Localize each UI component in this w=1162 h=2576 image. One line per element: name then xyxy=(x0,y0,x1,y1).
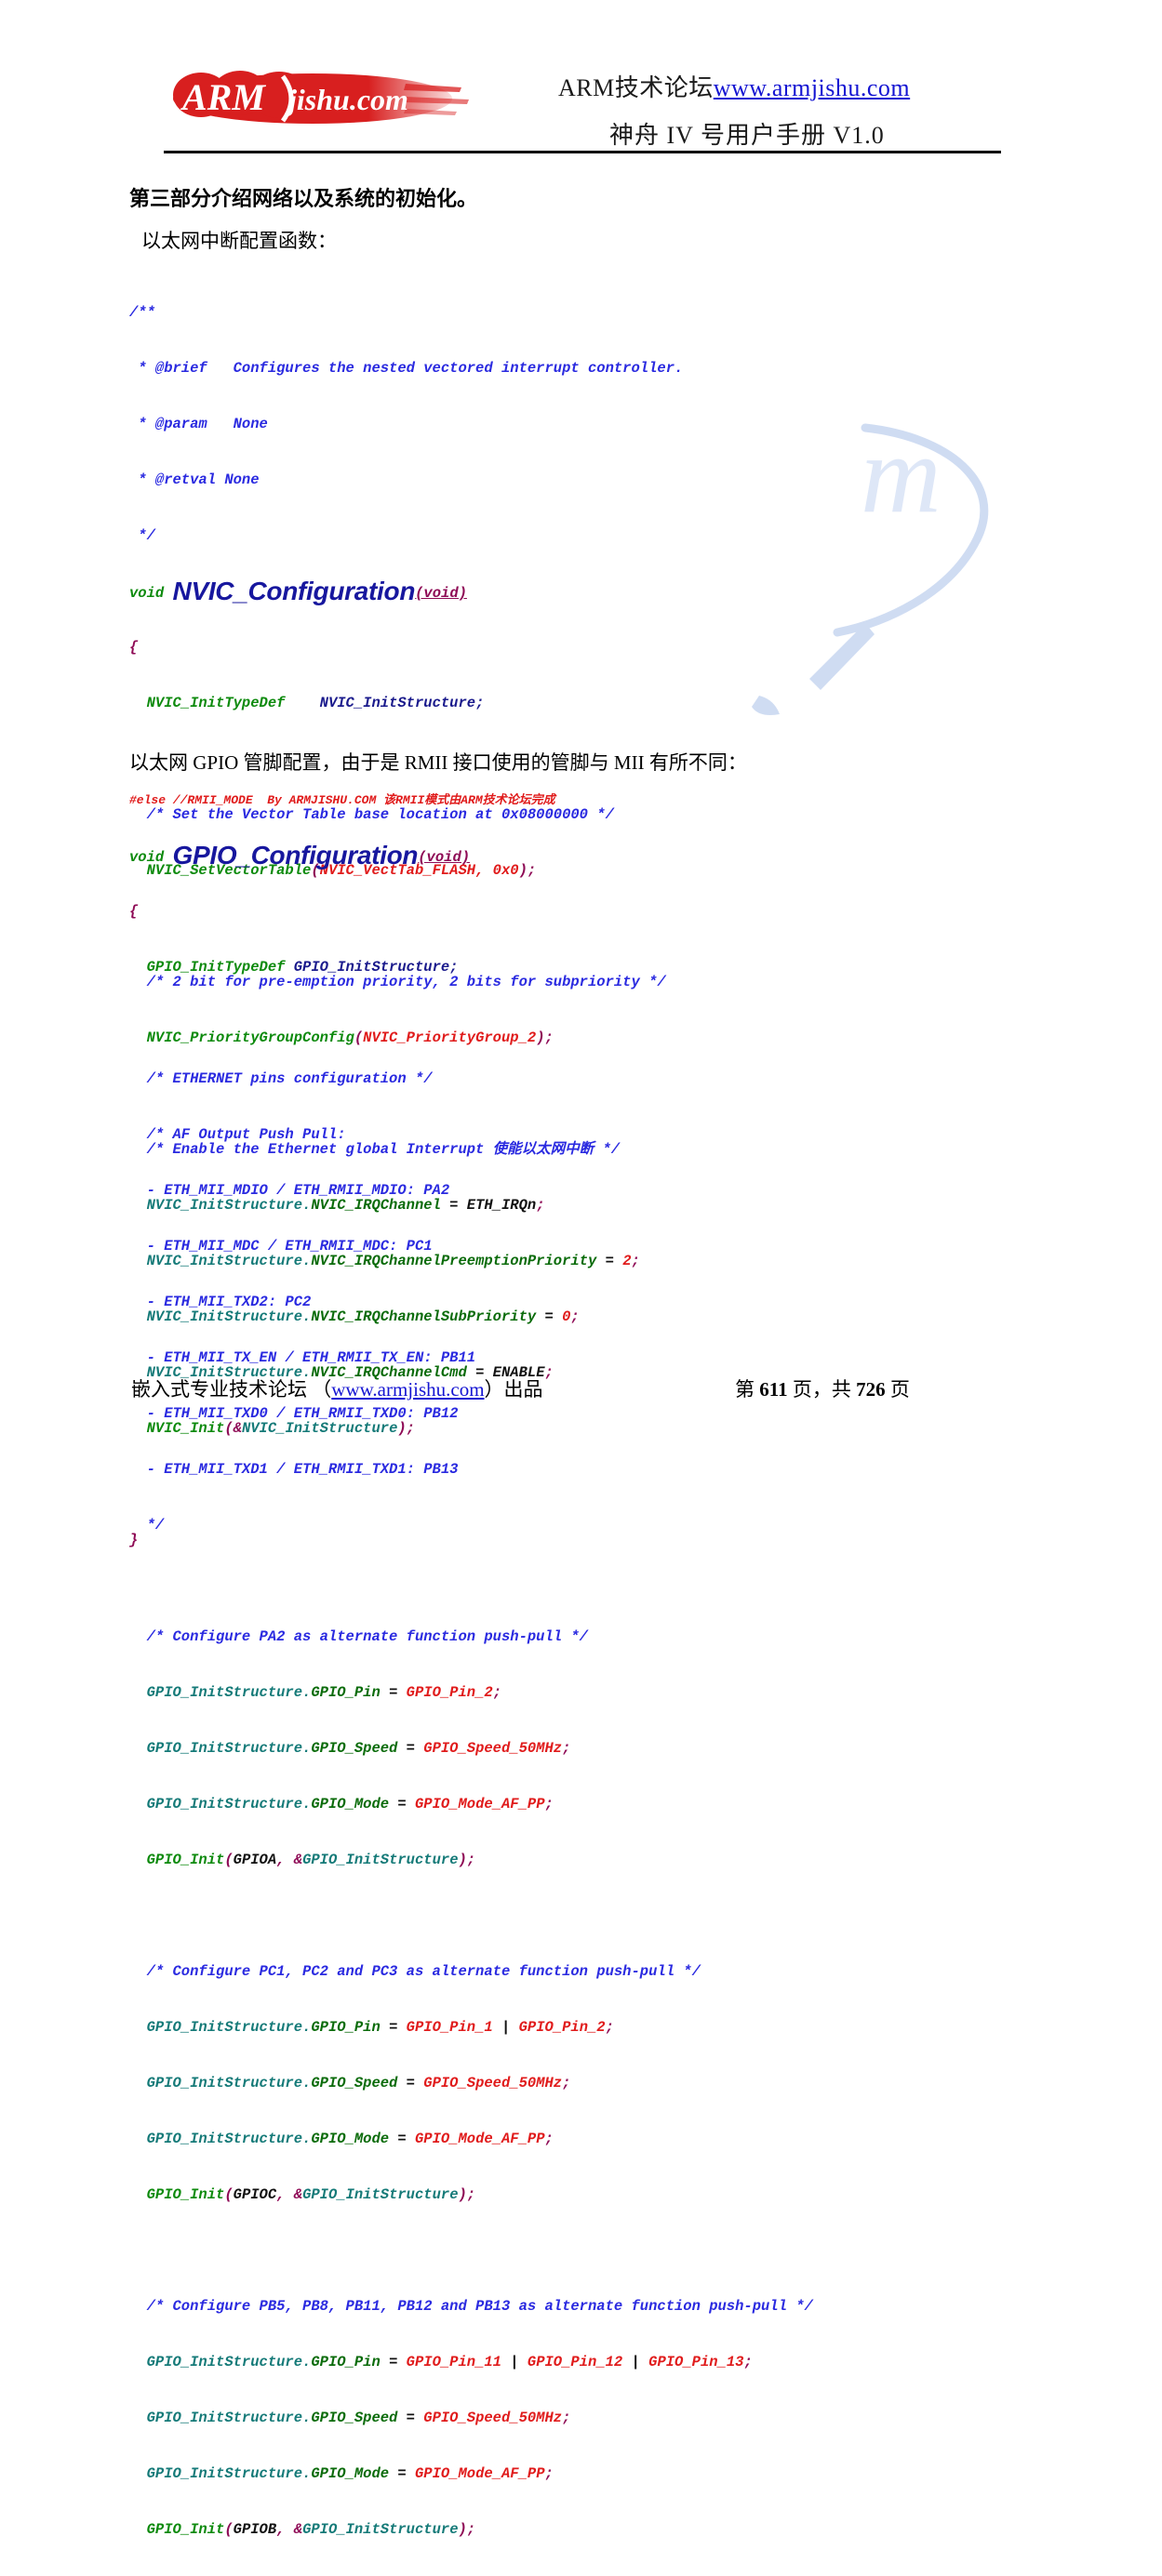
footer-page-number: 第 611 页，共 726 页 xyxy=(735,1374,910,1402)
armjishu-logo: ARM jishu.com xyxy=(173,67,471,128)
code-line: /* Configure PA2 as alternate function p… xyxy=(129,1628,588,1645)
code-line: GPIO_InitStructure.GPIO_Speed = GPIO_Spe… xyxy=(129,2075,571,2091)
code-line: */ xyxy=(129,1517,165,1534)
function-params: (void) xyxy=(415,585,467,602)
code-line: GPIO_InitStructure.GPIO_Mode = GPIO_Mode… xyxy=(129,2131,554,2147)
code-line: GPIO_InitStructure.GPIO_Mode = GPIO_Mode… xyxy=(129,2465,554,2482)
page-current-number: 611 xyxy=(759,1378,788,1401)
header-forum-line: ARM技术论坛www.armjishu.com xyxy=(558,69,949,103)
code-line: { xyxy=(129,903,139,920)
footer-suffix: ）出品 xyxy=(484,1378,543,1401)
code-line: /* AF Output Push Pull: xyxy=(129,1126,346,1143)
code-line: NVIC_InitTypeDef NVIC_InitStructure; xyxy=(129,695,485,711)
svg-text:ARM: ARM xyxy=(180,76,266,118)
code-line: /* ETHERNET pins configuration */ xyxy=(129,1070,433,1087)
code-line: GPIO_InitStructure.GPIO_Mode = GPIO_Mode… xyxy=(129,1796,554,1812)
page-label-middle: 页，共 xyxy=(792,1378,851,1401)
code-line: - ETH_MII_TXD0 / ETH_RMII_TXD0: PB12 xyxy=(129,1405,459,1422)
page-total-number: 726 xyxy=(856,1378,886,1401)
keyword-void: void xyxy=(129,585,165,602)
code-line: - ETH_MII_TX_EN / ETH_RMII_TX_EN: PB11 xyxy=(129,1349,476,1366)
code-line-function-signature: void NVIC_Configuration(void) xyxy=(129,578,683,604)
lead-paragraph-nvic: 以太网中断配置函数： xyxy=(141,230,337,252)
page-label-suffix: 页 xyxy=(889,1378,910,1401)
function-name-gpio: GPIO_Configuration xyxy=(172,841,419,870)
code-block-gpio-configuration: #else //RMII_MODE By ARMJISHU.COM 该RMII模… xyxy=(129,755,813,2576)
function-name-nvic: NVIC_Configuration xyxy=(172,577,416,605)
footer-left-text: 嵌入式专业技术论坛 （www.armjishu.com）出品 xyxy=(131,1374,543,1402)
header-manual-title: 神舟 IV 号用户手册 V1.0 xyxy=(609,122,885,149)
code-line-function-signature: void GPIO_Configuration(void) xyxy=(129,843,813,869)
page-title: 第三部分介绍网络以及系统的初始化。 xyxy=(129,187,478,210)
page-header: ARM jishu.com ARM技术论坛www.armjishu.com 神舟… xyxy=(0,0,1162,158)
code-line: - ETH_MII_TXD1 / ETH_RMII_TXD1: PB13 xyxy=(129,1461,459,1478)
code-line: GPIO_InitStructure.GPIO_Pin = GPIO_Pin_2… xyxy=(129,1684,501,1701)
header-text-block: ARM技术论坛www.armjishu.com 神舟 IV 号用户手册 V1.0 xyxy=(558,69,949,151)
code-line: { xyxy=(129,639,139,656)
code-line: GPIO_Init(GPIOC, &GPIO_InitStructure); xyxy=(129,2186,476,2203)
document-page: ARM jishu.com ARM技术论坛www.armjishu.com 神舟… xyxy=(0,0,1162,2538)
code-line: - ETH_MII_TXD2: PC2 xyxy=(129,1294,312,1310)
header-site-link[interactable]: www.armjishu.com xyxy=(714,74,910,101)
code-line: */ xyxy=(129,527,155,544)
code-line: GPIO_InitStructure.GPIO_Speed = GPIO_Spe… xyxy=(129,2410,571,2426)
code-line: - ETH_MII_MDC / ETH_RMII_MDC: PC1 xyxy=(129,1238,433,1255)
code-line: /** xyxy=(129,304,155,321)
header-divider-rule xyxy=(164,151,1001,153)
code-line: GPIO_InitTypeDef GPIO_InitStructure; xyxy=(129,959,459,976)
code-line: * @brief Configures the nested vectored … xyxy=(129,360,684,377)
code-line: /* Configure PC1, PC2 and PC3 as alterna… xyxy=(129,1963,701,1980)
code-line-preprocessor: #else //RMII_MODE By ARMJISHU.COM 该RMII模… xyxy=(129,793,555,807)
footer-site-link[interactable]: www.armjishu.com xyxy=(331,1378,484,1401)
code-line: * @retval None xyxy=(129,471,260,488)
svg-text:jishu.com: jishu.com xyxy=(284,83,408,116)
code-line: * @param None xyxy=(129,416,268,432)
code-line: - ETH_MII_MDIO / ETH_RMII_MDIO: PA2 xyxy=(129,1182,450,1199)
code-line: GPIO_InitStructure.GPIO_Speed = GPIO_Spe… xyxy=(129,1740,571,1757)
code-line: GPIO_Init(GPIOA, &GPIO_InitStructure); xyxy=(129,1852,476,1868)
code-line: GPIO_InitStructure.GPIO_Pin = GPIO_Pin_1… xyxy=(129,2354,753,2370)
code-line: /* Configure PB5, PB8, PB11, PB12 and PB… xyxy=(129,2298,813,2315)
page-label-prefix: 第 xyxy=(735,1378,755,1401)
code-line: GPIO_Init(GPIOB, &GPIO_InitStructure); xyxy=(129,2521,476,2538)
keyword-void: void xyxy=(129,849,165,866)
code-line: GPIO_InitStructure.GPIO_Pin = GPIO_Pin_1… xyxy=(129,2019,614,2036)
footer-prefix: 嵌入式专业技术论坛 （ xyxy=(131,1378,332,1401)
watermark-graphic: m xyxy=(670,400,1061,772)
header-forum-label: ARM技术论坛 xyxy=(558,74,714,101)
svg-text:m: m xyxy=(861,412,942,536)
function-params: (void) xyxy=(418,849,471,866)
